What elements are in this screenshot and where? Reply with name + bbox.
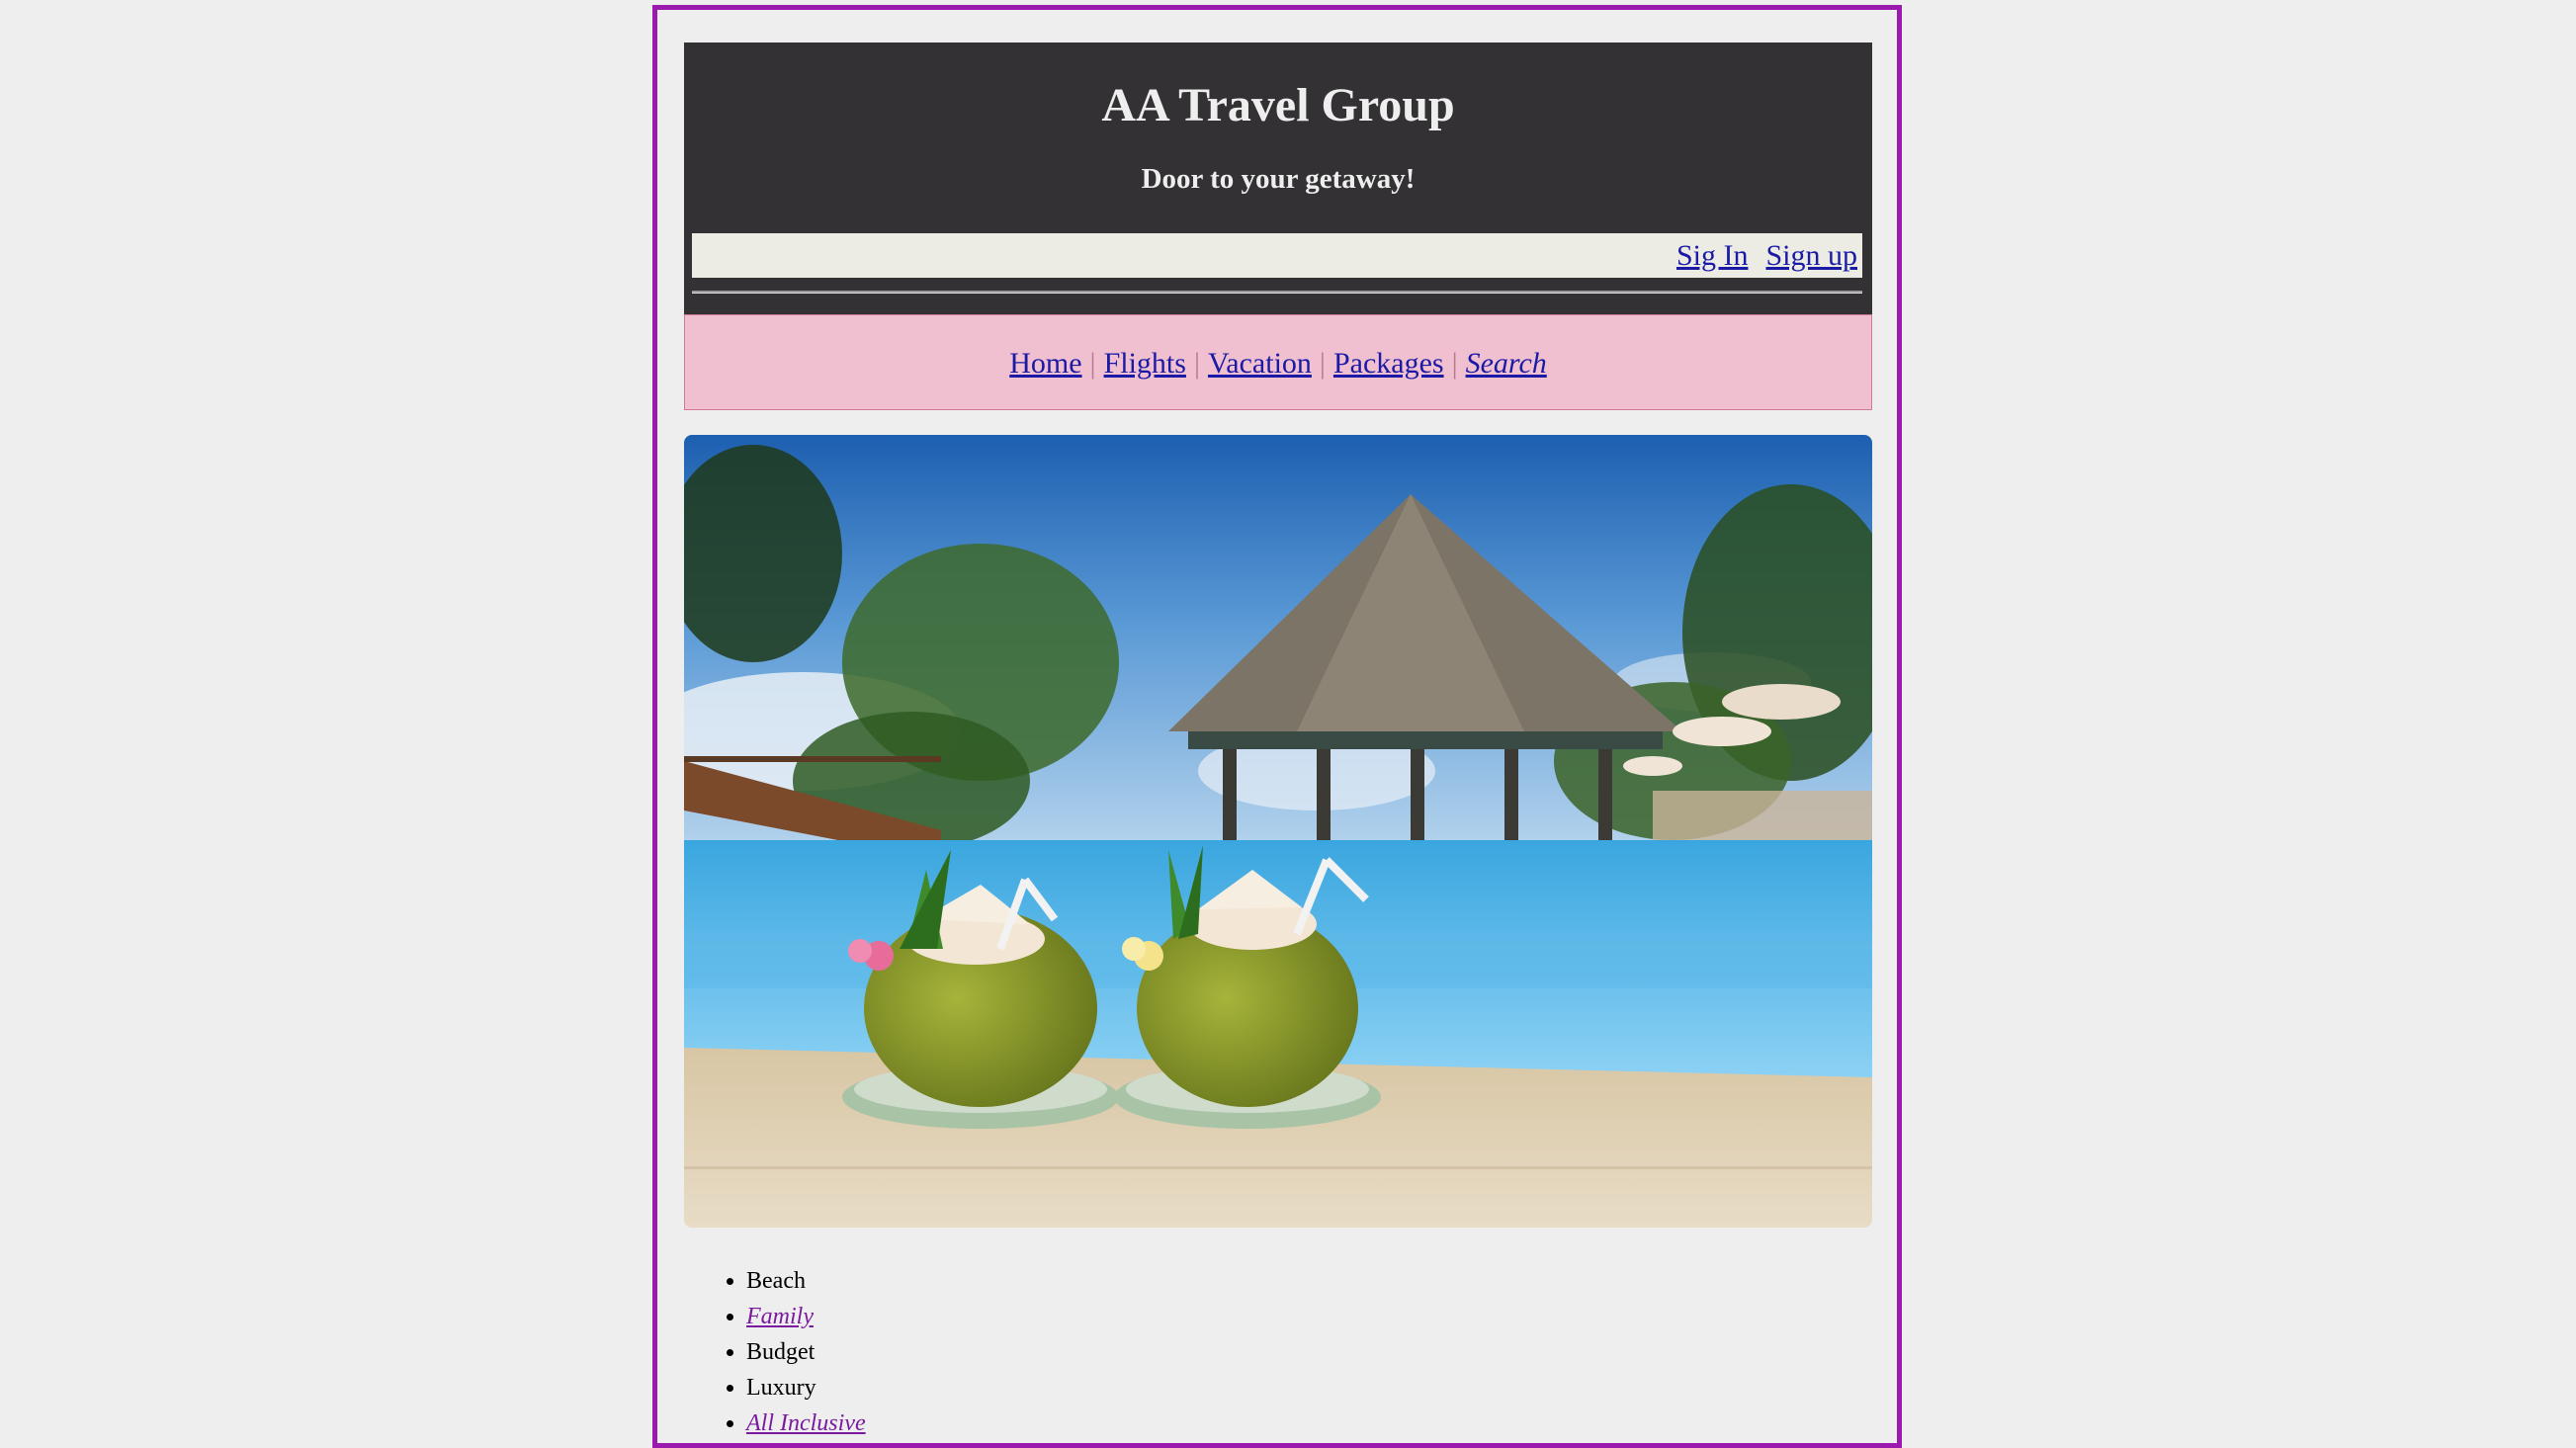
list-item: Luxury [746,1370,866,1405]
sign-up-link[interactable]: Sign up [1765,239,1857,272]
site-title: AA Travel Group [1101,79,1455,131]
nav-separator: | [1451,347,1458,380]
nav-separator: | [1089,347,1096,380]
site-tagline: Door to your getaway! [1141,163,1416,195]
auth-bar: Sig In Sign up [692,233,1862,278]
nav-vacation-link[interactable]: Vacation [1208,347,1312,380]
nav-packages-link[interactable]: Packages [1333,347,1444,380]
nav-home-link[interactable]: Home [1009,347,1081,380]
main-nav: Home | Flights | Vacation | Packages | Search [684,314,1872,410]
page-frame: AA Travel Group Door to your getaway! Si… [652,5,1902,1448]
nav-separator: | [1193,347,1200,380]
list-item: Beach [746,1263,866,1299]
category-list: Beach Family Budget Luxury All Inclusive [717,1263,866,1441]
site-header: AA Travel Group Door to your getaway! Si… [684,43,1872,314]
category-luxury: Luxury [746,1375,816,1401]
list-item: All Inclusive [746,1405,866,1441]
sign-in-link[interactable]: Sig In [1676,239,1749,272]
list-item: Family [746,1299,866,1334]
header-divider [692,291,1862,294]
category-family-link[interactable]: Family [746,1304,814,1329]
hero-image [684,435,1872,1228]
category-budget: Budget [746,1339,816,1365]
nav-search-link[interactable]: Search [1466,347,1547,380]
list-item: Budget [746,1334,866,1370]
category-beach: Beach [746,1268,806,1294]
category-all-inclusive-link[interactable]: All Inclusive [746,1410,866,1436]
tropical-pool-image [684,435,1872,1228]
nav-flights-link[interactable]: Flights [1104,347,1186,380]
nav-separator: | [1319,347,1326,380]
